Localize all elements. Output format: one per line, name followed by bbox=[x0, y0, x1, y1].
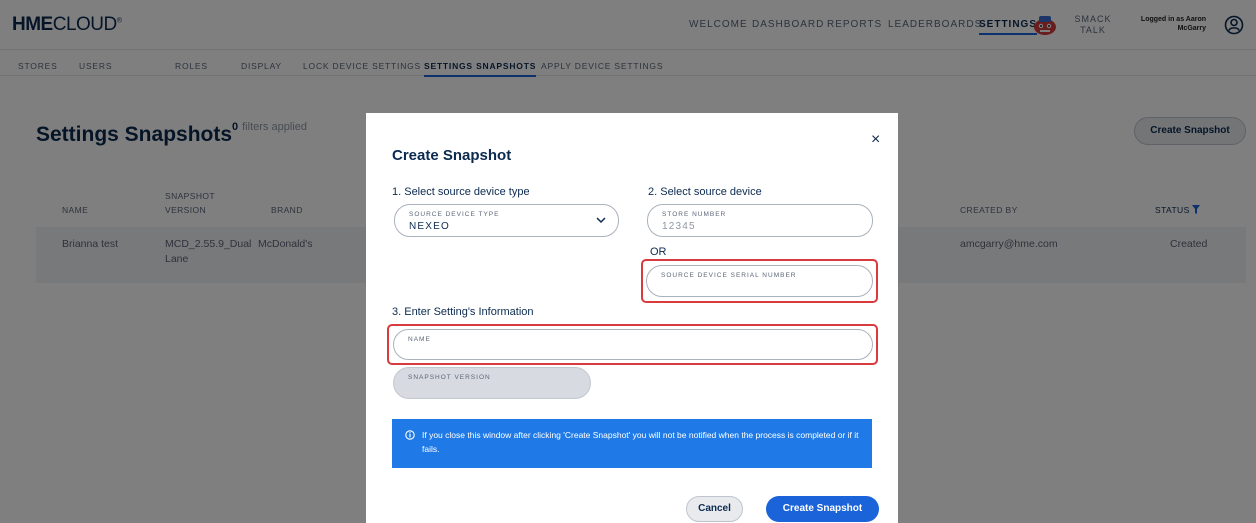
close-icon[interactable]: × bbox=[871, 132, 880, 148]
store-number-placeholder: 12345 bbox=[662, 221, 696, 232]
source-device-type-value: NEXEO bbox=[409, 221, 451, 232]
store-number-label: STORE NUMBER bbox=[662, 211, 727, 218]
snapshot-version-input: SNAPSHOT VERSION bbox=[393, 367, 591, 399]
step-3-label: 3. Enter Setting's Information bbox=[392, 306, 534, 318]
source-device-type-label: SOURCE DEVICE TYPE bbox=[409, 211, 500, 218]
serial-number-label: SOURCE DEVICE SERIAL NUMBER bbox=[661, 272, 797, 279]
create-snapshot-modal: Create Snapshot × 1. Select source devic… bbox=[366, 113, 898, 523]
step-2-label: 2. Select source device bbox=[648, 186, 762, 198]
store-number-input[interactable]: STORE NUMBER 12345 bbox=[647, 204, 873, 237]
name-input[interactable]: NAME bbox=[393, 329, 873, 360]
source-device-type-select[interactable]: SOURCE DEVICE TYPE NEXEO bbox=[394, 204, 619, 237]
name-label: NAME bbox=[408, 336, 431, 343]
info-text: If you close this window after clicking … bbox=[422, 430, 859, 454]
create-snapshot-button[interactable]: Create Snapshot bbox=[766, 496, 879, 522]
or-separator: OR bbox=[650, 246, 667, 258]
info-banner: If you close this window after clicking … bbox=[392, 419, 872, 468]
cancel-button[interactable]: Cancel bbox=[686, 496, 743, 522]
info-icon bbox=[405, 430, 415, 440]
source-device-serial-number-input[interactable]: SOURCE DEVICE SERIAL NUMBER bbox=[646, 265, 873, 297]
snapshot-version-label: SNAPSHOT VERSION bbox=[408, 374, 491, 381]
modal-title: Create Snapshot bbox=[392, 147, 512, 164]
chevron-down-icon bbox=[596, 217, 606, 224]
step-1-label: 1. Select source device type bbox=[392, 186, 530, 198]
